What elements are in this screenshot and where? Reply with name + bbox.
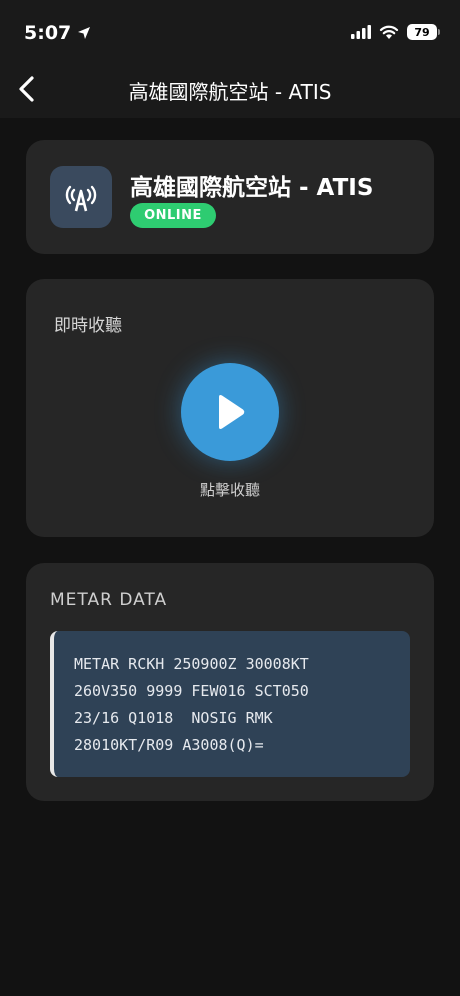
live-listen-card: 即時收聽 點擊收聽 — [26, 279, 434, 537]
nav-title: 高雄國際航空站 - ATIS — [128, 80, 332, 104]
status-time-text: 5:07 — [24, 22, 72, 44]
play-button[interactable] — [181, 363, 279, 461]
cellular-signal-icon — [351, 25, 371, 39]
metar-line: 260V350 9999 FEW016 SCT050 — [74, 682, 309, 700]
metar-line: 23/16 Q1018 NOSIG RMK — [74, 709, 273, 727]
wifi-icon — [379, 25, 399, 39]
metar-card: METAR DATA METAR RCKH 250900Z 30008KT 26… — [26, 563, 434, 801]
metar-text-box: METAR RCKH 250900Z 30008KT 260V350 9999 … — [50, 631, 410, 777]
back-button[interactable] — [6, 70, 46, 108]
chevron-left-icon — [19, 76, 34, 102]
station-card: 高雄國際航空站 - ATIS ONLINE — [26, 140, 434, 254]
status-icons: 79 — [351, 24, 440, 40]
navigation-bar: 高雄國際航空站 - ATIS — [0, 60, 460, 118]
metar-line: METAR RCKH 250900Z 30008KT — [74, 655, 309, 673]
status-bar: 5:07 79 — [0, 0, 460, 60]
battery-tip — [438, 29, 440, 35]
status-time: 5:07 — [24, 22, 91, 44]
battery-indicator: 79 — [407, 24, 440, 40]
status-badge: ONLINE — [130, 203, 216, 228]
metar-line: 28010KT/R09 A3008(Q)= — [74, 736, 264, 754]
location-arrow-icon — [78, 27, 91, 39]
live-listen-label: 即時收聽 — [54, 316, 122, 336]
metar-heading: METAR DATA — [50, 590, 168, 610]
antenna-icon — [50, 166, 112, 228]
station-name: 高雄國際航空站 - ATIS — [130, 175, 374, 201]
play-icon — [219, 395, 245, 429]
play-caption: 點擊收聽 — [199, 481, 260, 499]
battery-level: 79 — [407, 24, 437, 40]
